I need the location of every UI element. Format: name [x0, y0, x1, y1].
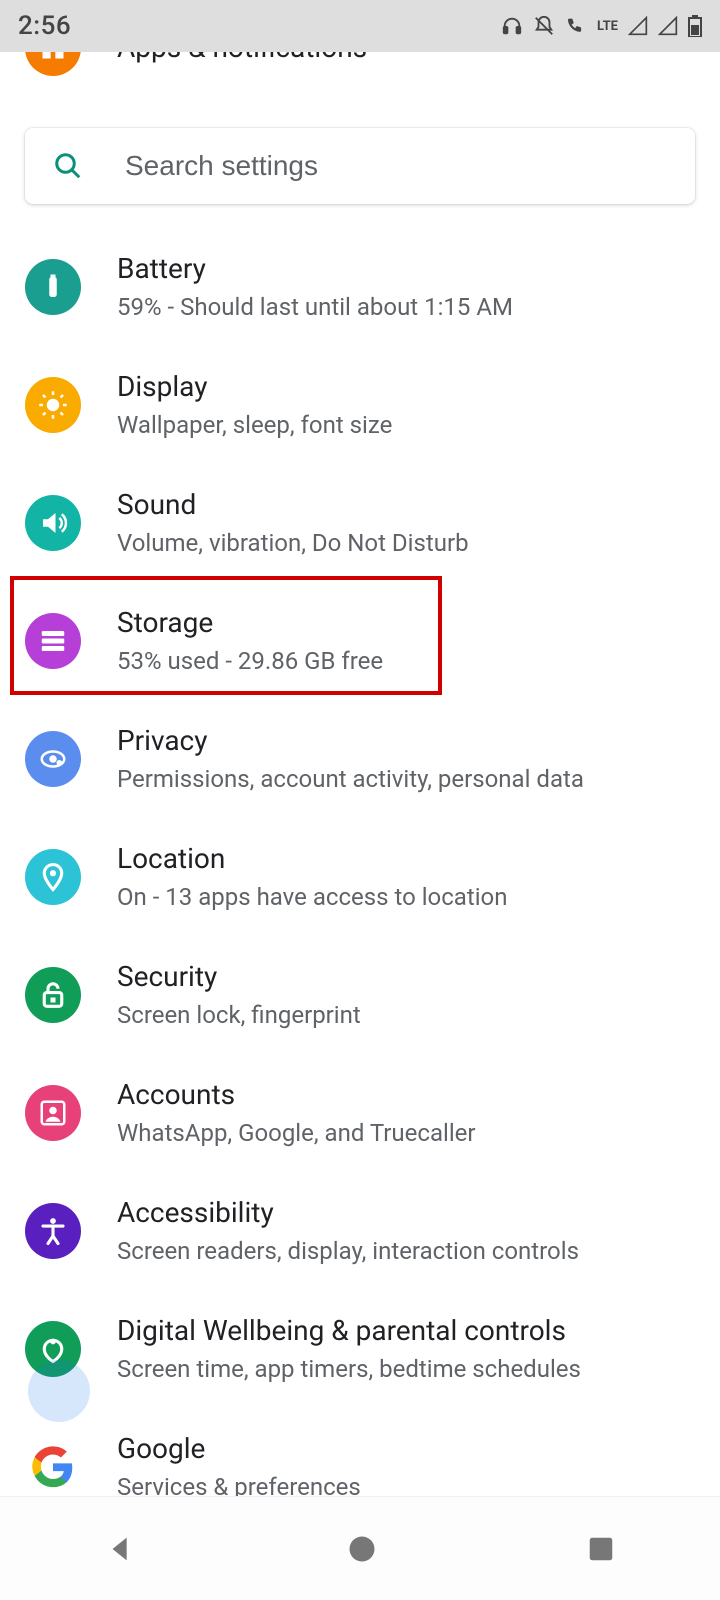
settings-list[interactable]: Battery 59% - Should last until about 1:…: [0, 228, 720, 1496]
security-icon: [25, 967, 81, 1023]
apps-title: Apps & notifications: [117, 52, 367, 65]
signal-2-icon: [658, 16, 678, 36]
recents-button[interactable]: [586, 1534, 616, 1564]
accessibility-title: Accessibility: [117, 1196, 579, 1230]
status-bar: 2:56 LTE: [0, 0, 720, 52]
battery-icon: [688, 15, 702, 37]
accessibility-subtitle: Screen readers, display, interaction con…: [117, 1236, 579, 1266]
storage-subtitle: 53% used - 29.86 GB free: [117, 646, 383, 676]
signal-1-icon: [628, 16, 648, 36]
security-title: Security: [117, 960, 361, 994]
lte-label: LTE: [597, 19, 618, 34]
settings-item-battery[interactable]: Battery 59% - Should last until about 1:…: [0, 228, 720, 346]
settings-item-apps[interactable]: Apps & notifications: [0, 52, 720, 86]
dnd-icon: [533, 15, 555, 37]
settings-item-sound[interactable]: Sound Volume, vibration, Do Not Disturb: [0, 464, 720, 582]
sound-icon: [25, 495, 81, 551]
settings-item-storage[interactable]: Storage 53% used - 29.86 GB free: [0, 582, 720, 700]
privacy-icon: [25, 731, 81, 787]
search-bar[interactable]: [25, 128, 695, 204]
sound-subtitle: Volume, vibration, Do Not Disturb: [117, 528, 469, 558]
nav-hint-bubble: [28, 1360, 90, 1422]
settings-item-wellbeing[interactable]: Digital Wellbeing & parental controls Sc…: [0, 1290, 720, 1408]
google-title: Google: [117, 1432, 361, 1466]
settings-item-location[interactable]: Location On - 13 apps have access to loc…: [0, 818, 720, 936]
battery-title: Battery: [117, 252, 513, 286]
back-button[interactable]: [104, 1532, 138, 1566]
home-button[interactable]: [347, 1534, 377, 1564]
status-icons: LTE: [501, 15, 702, 37]
clock: 2:56: [18, 11, 71, 41]
settings-content: Apps & notifications Battery 59% - Shoul…: [0, 52, 720, 1496]
settings-item-security[interactable]: Security Screen lock, fingerprint: [0, 936, 720, 1054]
display-subtitle: Wallpaper, sleep, font size: [117, 410, 392, 440]
storage-title: Storage: [117, 606, 383, 640]
battery-subtitle: 59% - Should last until about 1:15 AM: [117, 292, 513, 322]
settings-item-google[interactable]: Google Services & preferences: [0, 1408, 720, 1496]
display-icon: [25, 377, 81, 433]
wellbeing-title: Digital Wellbeing & parental controls: [117, 1314, 581, 1348]
google-icon: [25, 1439, 81, 1495]
location-title: Location: [117, 842, 508, 876]
google-subtitle: Services & preferences: [117, 1472, 361, 1496]
accounts-title: Accounts: [117, 1078, 476, 1112]
sound-title: Sound: [117, 488, 469, 522]
display-title: Display: [117, 370, 392, 404]
settings-item-accessibility[interactable]: Accessibility Screen readers, display, i…: [0, 1172, 720, 1290]
settings-item-display[interactable]: Display Wallpaper, sleep, font size: [0, 346, 720, 464]
volte-call-icon: [565, 15, 587, 37]
privacy-title: Privacy: [117, 724, 584, 758]
storage-icon: [25, 613, 81, 669]
wellbeing-subtitle: Screen time, app timers, bedtime schedul…: [117, 1354, 581, 1384]
navigation-bar: [0, 1496, 720, 1600]
settings-item-privacy[interactable]: Privacy Permissions, account activity, p…: [0, 700, 720, 818]
accounts-icon: [25, 1085, 81, 1141]
settings-item-accounts[interactable]: Accounts WhatsApp, Google, and Truecalle…: [0, 1054, 720, 1172]
security-subtitle: Screen lock, fingerprint: [117, 1000, 361, 1030]
search-input[interactable]: [125, 150, 695, 182]
location-icon: [25, 849, 81, 905]
privacy-subtitle: Permissions, account activity, personal …: [117, 764, 584, 794]
search-icon: [53, 151, 83, 181]
apps-icon: [25, 52, 81, 76]
headphones-icon: [501, 15, 523, 37]
location-subtitle: On - 13 apps have access to location: [117, 882, 508, 912]
battery-icon: [25, 259, 81, 315]
accessibility-icon: [25, 1203, 81, 1259]
accounts-subtitle: WhatsApp, Google, and Truecaller: [117, 1118, 476, 1148]
